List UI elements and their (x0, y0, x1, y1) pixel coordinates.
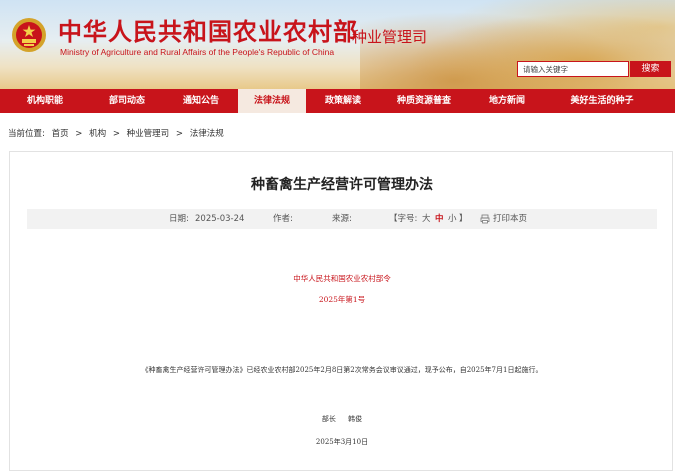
font-size-large-button[interactable]: 大 (422, 209, 431, 229)
font-size-open: 【字号: (389, 214, 418, 224)
nav-item-germplasm-census[interactable]: 种质资源普查 (380, 89, 468, 113)
site-title[interactable]: 中华人民共和国农业农村部 (58, 12, 358, 47)
print-page-link[interactable]: 打印本页 (493, 209, 527, 229)
nav-item-laws-regulations[interactable]: 法律法规 (238, 89, 306, 113)
breadcrumb-seed-dept[interactable]: 种业管理司 (127, 129, 170, 139)
nav-item-local-news[interactable]: 地方新闻 (468, 89, 546, 113)
article-title: 种畜禽生产经营许可管理办法 (251, 177, 433, 193)
breadcrumb-separator: > (175, 129, 184, 139)
nav-item-institution-functions[interactable]: 机构职能 (0, 89, 90, 113)
site-header: 中华人民共和国农业农村部 Ministry of Agriculture and… (0, 0, 675, 89)
document-issuer: 中华人民共和国农业农村部令 (293, 274, 391, 283)
document-number: 2025年第1号 (318, 295, 366, 304)
breadcrumb-prefix: 当前位置: (8, 129, 45, 139)
author-label: 作者: (273, 214, 293, 224)
search-button[interactable]: 搜索 (630, 61, 671, 77)
document-body: 《种畜禽生产经营许可管理办法》已经农业农村部2025年2月8日第2次常务会议审议… (141, 366, 543, 374)
department-name[interactable]: 种业管理司 (352, 26, 427, 47)
source-label: 来源: (332, 214, 352, 224)
nav-item-notices[interactable]: 通知公告 (164, 89, 238, 113)
date-label: 日期: (169, 214, 189, 224)
print-icon[interactable] (480, 209, 490, 229)
nav-item-department-news[interactable]: 部司动态 (90, 89, 164, 113)
site-subtitle: Ministry of Agriculture and Rural Affair… (60, 47, 335, 57)
breadcrumb-separator: > (112, 129, 120, 139)
breadcrumb: 当前位置: 首页 > 机构 > 种业管理司 > 法律法规 (8, 127, 228, 139)
document-sign-date: 2025年3月10日 (315, 438, 369, 446)
article-container: 种畜禽生产经营许可管理办法 日期: 2025-03-24 作者: 来源: 【字号… (9, 151, 673, 471)
nav-item-policy-interpretation[interactable]: 政策解读 (306, 89, 380, 113)
font-size-small-button[interactable]: 小 (448, 209, 457, 229)
signer-name: 韩俊 (348, 415, 363, 423)
national-emblem-icon[interactable] (10, 15, 48, 55)
breadcrumb-separator: > (75, 129, 83, 139)
breadcrumb-home[interactable]: 首页 (52, 129, 69, 139)
article-date: 2025-03-24 (195, 214, 245, 224)
font-size-close: 】 (459, 214, 468, 224)
document-signature: 部长 韩俊 (10, 414, 674, 424)
breadcrumb-laws[interactable]: 法律法规 (190, 129, 224, 139)
signer-title: 部长 (321, 415, 336, 423)
nav-item-seeds-of-good-life[interactable]: 美好生活的种子 (546, 89, 658, 113)
main-nav: 机构职能 部司动态 通知公告 法律法规 政策解读 种质资源普查 地方新闻 美好生… (0, 89, 675, 113)
breadcrumb-institution[interactable]: 机构 (89, 129, 106, 139)
font-size-medium-button[interactable]: 中 (435, 209, 444, 229)
search-input[interactable]: 请输入关键字 (517, 61, 629, 77)
article-meta-bar: 日期: 2025-03-24 作者: 来源: 【字号: 大 中 小 】 打印本页 (27, 209, 657, 229)
